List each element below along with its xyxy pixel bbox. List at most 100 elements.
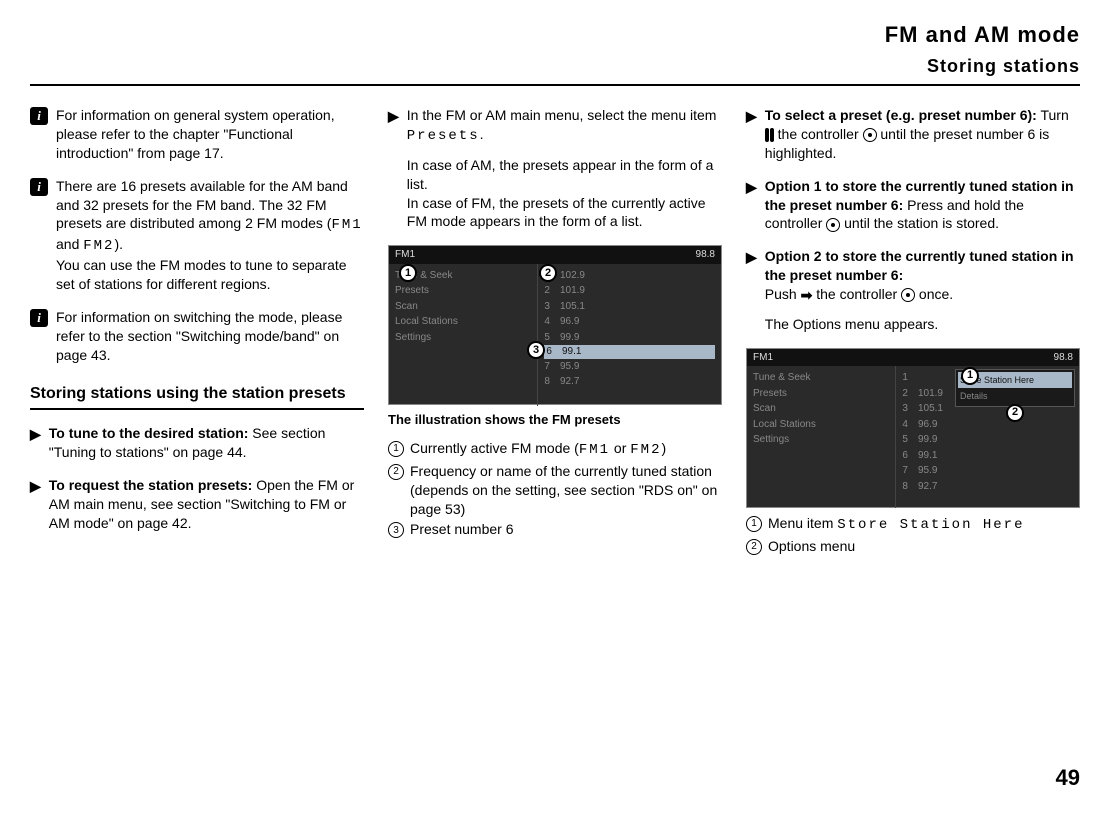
- text: and: [56, 236, 83, 252]
- callout-2: 2: [1006, 404, 1024, 422]
- text: until the station is stored.: [840, 215, 999, 231]
- info-icon: i: [30, 309, 48, 327]
- figure-menu: Tune & Seek Presets Scan Local Stations …: [747, 366, 896, 508]
- info-text: For information on switching the mode, p…: [56, 308, 364, 365]
- text: .: [480, 126, 484, 142]
- step-arrow-icon: ▶: [746, 107, 757, 163]
- legend-text: Frequency or name of the currently tuned…: [410, 462, 722, 519]
- legend-row: 1 Menu item Store Station Here: [746, 514, 1080, 535]
- legend-num: 2: [746, 539, 762, 555]
- figure-menu: Tune & Seek Presets Scan Local Stations …: [389, 264, 538, 406]
- legend-num: 3: [388, 522, 404, 538]
- step-arrow-icon: ▶: [746, 178, 757, 234]
- step-bold: To select a preset (e.g. preset number 6…: [765, 107, 1037, 123]
- fig-row-highlighted: 699.1: [544, 345, 715, 359]
- text: Push: [765, 286, 801, 302]
- figure-caption: The illustration shows the FM presets: [388, 411, 722, 429]
- fig-row: 2101.9: [544, 283, 715, 299]
- step-body: Option 2 to store the currently tuned st…: [765, 247, 1080, 333]
- fig-row: 795.9: [544, 359, 715, 375]
- text: the controller: [812, 286, 901, 302]
- legend-num: 1: [388, 441, 404, 457]
- info-icon: i: [30, 107, 48, 125]
- legend-text: Currently active FM mode (FM1 or FM2): [410, 439, 722, 460]
- popup-item-details: Details: [958, 388, 1072, 404]
- info-text: There are 16 presets available for the A…: [56, 177, 364, 294]
- info-block-2: i There are 16 presets available for the…: [30, 177, 364, 294]
- controller-icon: [863, 128, 877, 142]
- fig-menu-item: Local Stations: [395, 314, 531, 330]
- legend-num: 1: [746, 516, 762, 532]
- controller-icon: [826, 218, 840, 232]
- controller-push-icon: ➡: [801, 286, 813, 305]
- fig-row: 795.9: [902, 463, 1073, 479]
- figure-options-menu: FM1 98.8 Tune & Seek Presets Scan Local …: [746, 348, 1080, 508]
- fig-menu-item: Tune & Seek: [753, 370, 889, 386]
- step-bold: Option 2 to store the currently tuned st…: [765, 248, 1074, 283]
- step-bold: To tune to the desired station:: [49, 425, 249, 441]
- step-arrow-icon: ▶: [30, 477, 41, 533]
- info-icon: i: [30, 178, 48, 196]
- mono-fm2: FM2: [83, 238, 114, 254]
- text: In case of FM, the presets of the curren…: [407, 195, 706, 230]
- info-block-3: i For information on switching the mode,…: [30, 308, 364, 365]
- step-option-1: ▶ Option 1 to store the currently tuned …: [746, 177, 1080, 234]
- fig-header-left: FM1: [753, 351, 773, 365]
- legend-row: 2 Frequency or name of the currently tun…: [388, 462, 722, 519]
- text: In the FM or AM main menu, select the me…: [407, 107, 717, 123]
- text: You can use the FM modes to tune to sepa…: [56, 257, 347, 292]
- info-block-1: i For information on general system oper…: [30, 106, 364, 163]
- legend-text: Options menu: [768, 537, 1080, 556]
- fig-header-right: 98.8: [696, 248, 715, 262]
- figure-header: FM1 98.8: [747, 349, 1079, 367]
- legend-row: 1 Currently active FM mode (FM1 or FM2): [388, 439, 722, 460]
- fig-header-left: FM1: [395, 248, 415, 262]
- fig-menu-item: Presets: [395, 283, 531, 299]
- legend-text: Menu item Store Station Here: [768, 514, 1080, 535]
- step-body: Option 1 to store the currently tuned st…: [765, 177, 1080, 234]
- column-1: i For information on general system oper…: [30, 106, 364, 558]
- column-3: ▶ To select a preset (e.g. preset number…: [746, 106, 1080, 558]
- column-2: ▶ In the FM or AM main menu, select the …: [388, 106, 722, 558]
- mono-fm1: FM1: [331, 217, 362, 233]
- content-columns: i For information on general system oper…: [30, 106, 1080, 558]
- text: once.: [915, 286, 953, 302]
- fig-row: 1102.9: [544, 268, 715, 284]
- fig-row: 699.1: [902, 448, 1073, 464]
- fig-row: 3105.1: [544, 299, 715, 315]
- section-heading: Storing stations using the station prese…: [30, 383, 364, 411]
- controller-icon: [901, 288, 915, 302]
- legend-text: Preset number 6: [410, 520, 722, 539]
- step-tune: ▶ To tune to the desired station: See se…: [30, 424, 364, 462]
- step-body: To request the station presets: Open the…: [49, 476, 364, 533]
- page-number: 49: [1056, 763, 1080, 793]
- fig-menu-item: Scan: [395, 299, 531, 315]
- text: The Options menu appears.: [765, 316, 939, 332]
- fig-menu-item: Settings: [753, 432, 889, 448]
- legend-row: 3 Preset number 6: [388, 520, 722, 539]
- step-select-presets: ▶ In the FM or AM main menu, select the …: [388, 106, 722, 231]
- fig-menu-item: Settings: [395, 330, 531, 346]
- fig-row: 496.9: [544, 314, 715, 330]
- info-text: For information on general system operat…: [56, 106, 364, 163]
- fig-menu-item: Presets: [753, 386, 889, 402]
- text: There are 16 presets available for the A…: [56, 178, 348, 232]
- step-bold: To request the station presets:: [49, 477, 253, 493]
- fig-header-right: 98.8: [1054, 351, 1073, 365]
- text: In case of AM, the presets appear in the…: [407, 157, 714, 192]
- fig-row: 892.7: [544, 374, 715, 390]
- step-arrow-icon: ▶: [746, 248, 757, 333]
- legend-num: 2: [388, 464, 404, 480]
- figure-fm-presets: FM1 98.8 Tune & Seek Presets Scan Local …: [388, 245, 722, 405]
- page-header-title: FM and AM mode: [30, 20, 1080, 50]
- page-header-subtitle: Storing stations: [30, 54, 1080, 86]
- fig-row: 599.9: [544, 330, 715, 346]
- callout-1: 1: [961, 367, 979, 385]
- step-body: To tune to the desired station: See sect…: [49, 424, 364, 462]
- step-body: To select a preset (e.g. preset number 6…: [765, 106, 1080, 163]
- step-select-preset: ▶ To select a preset (e.g. preset number…: [746, 106, 1080, 163]
- step-request-presets: ▶ To request the station presets: Open t…: [30, 476, 364, 533]
- mono-presets: Presets: [407, 128, 480, 144]
- fig-menu-item: Local Stations: [753, 417, 889, 433]
- figure-presets: 1102.9 2101.9 3105.1 496.9 599.9 699.1 7…: [538, 264, 721, 406]
